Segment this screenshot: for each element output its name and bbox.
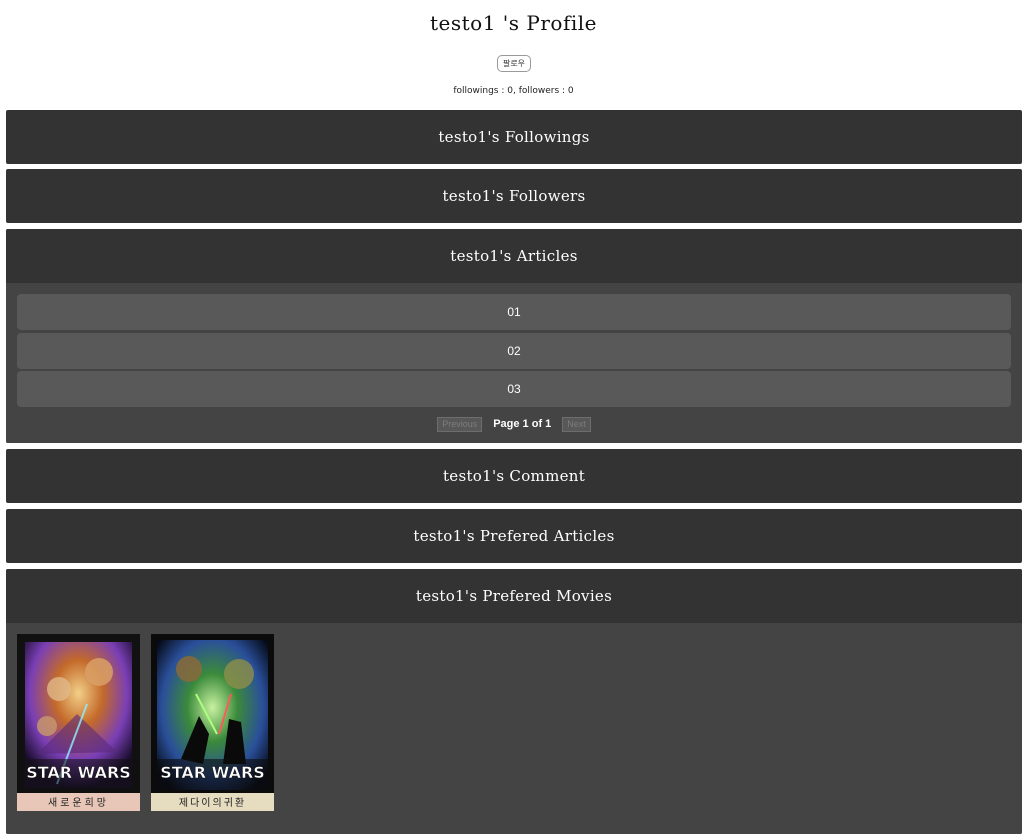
poster-subtitle-text: 새로운희망 — [48, 797, 109, 809]
movie-poster-image: STAR WARS 제다이의귀환 — [151, 634, 274, 811]
poster-logo-text: STAR WARS — [160, 763, 265, 782]
comment-panel-header[interactable]: testo1's Comment — [6, 449, 1022, 503]
follow-stats: followings : 0, followers : 0 — [453, 86, 574, 96]
prefered-articles-panel-header[interactable]: testo1's Prefered Articles — [6, 509, 1022, 563]
poster-logo-text: STAR WARS — [26, 763, 131, 782]
pagination: Previous Page 1 of 1 Next — [6, 417, 1022, 433]
followers-panel: testo1's Followers — [6, 169, 1022, 223]
article-item[interactable]: 01 — [17, 294, 1011, 330]
followers-panel-header[interactable]: testo1's Followers — [6, 169, 1022, 223]
articles-panel-header[interactable]: testo1's Articles — [6, 229, 1022, 283]
followings-panel-header[interactable]: testo1's Followings — [6, 110, 1022, 164]
movie-poster[interactable]: STAR WARS 새로운희망 — [17, 634, 140, 811]
comment-panel: testo1's Comment — [6, 449, 1022, 503]
previous-page-button[interactable]: Previous — [437, 417, 483, 432]
movie-poster[interactable]: STAR WARS 제다이의귀환 — [151, 634, 274, 811]
page-title: testo1 's Profile — [429, 11, 597, 35]
follow-button[interactable]: 팔로우 — [497, 55, 531, 72]
prefered-movies-panel: testo1's Prefered Movies STAR WARS 새로운희망… — [6, 569, 1022, 834]
articles-list: 01 02 03 Previous Page 1 of 1 Next — [6, 283, 1022, 443]
prefered-movies-panel-header[interactable]: testo1's Prefered Movies — [6, 569, 1022, 623]
article-item[interactable]: 03 — [17, 371, 1011, 407]
movie-list: STAR WARS 새로운희망 STAR WARS 제다이의귀환 — [6, 623, 1022, 834]
next-page-button[interactable]: Next — [562, 417, 591, 432]
followings-panel: testo1's Followings — [6, 110, 1022, 164]
poster-subtitle-text: 제다이의귀환 — [179, 797, 246, 809]
page-indicator: Page 1 of 1 — [493, 418, 552, 430]
article-item[interactable]: 02 — [17, 333, 1011, 369]
prefered-articles-panel: testo1's Prefered Articles — [6, 509, 1022, 563]
movie-poster-image: STAR WARS 새로운희망 — [17, 634, 140, 811]
articles-panel: testo1's Articles 01 02 03 Previous Page… — [6, 229, 1022, 443]
